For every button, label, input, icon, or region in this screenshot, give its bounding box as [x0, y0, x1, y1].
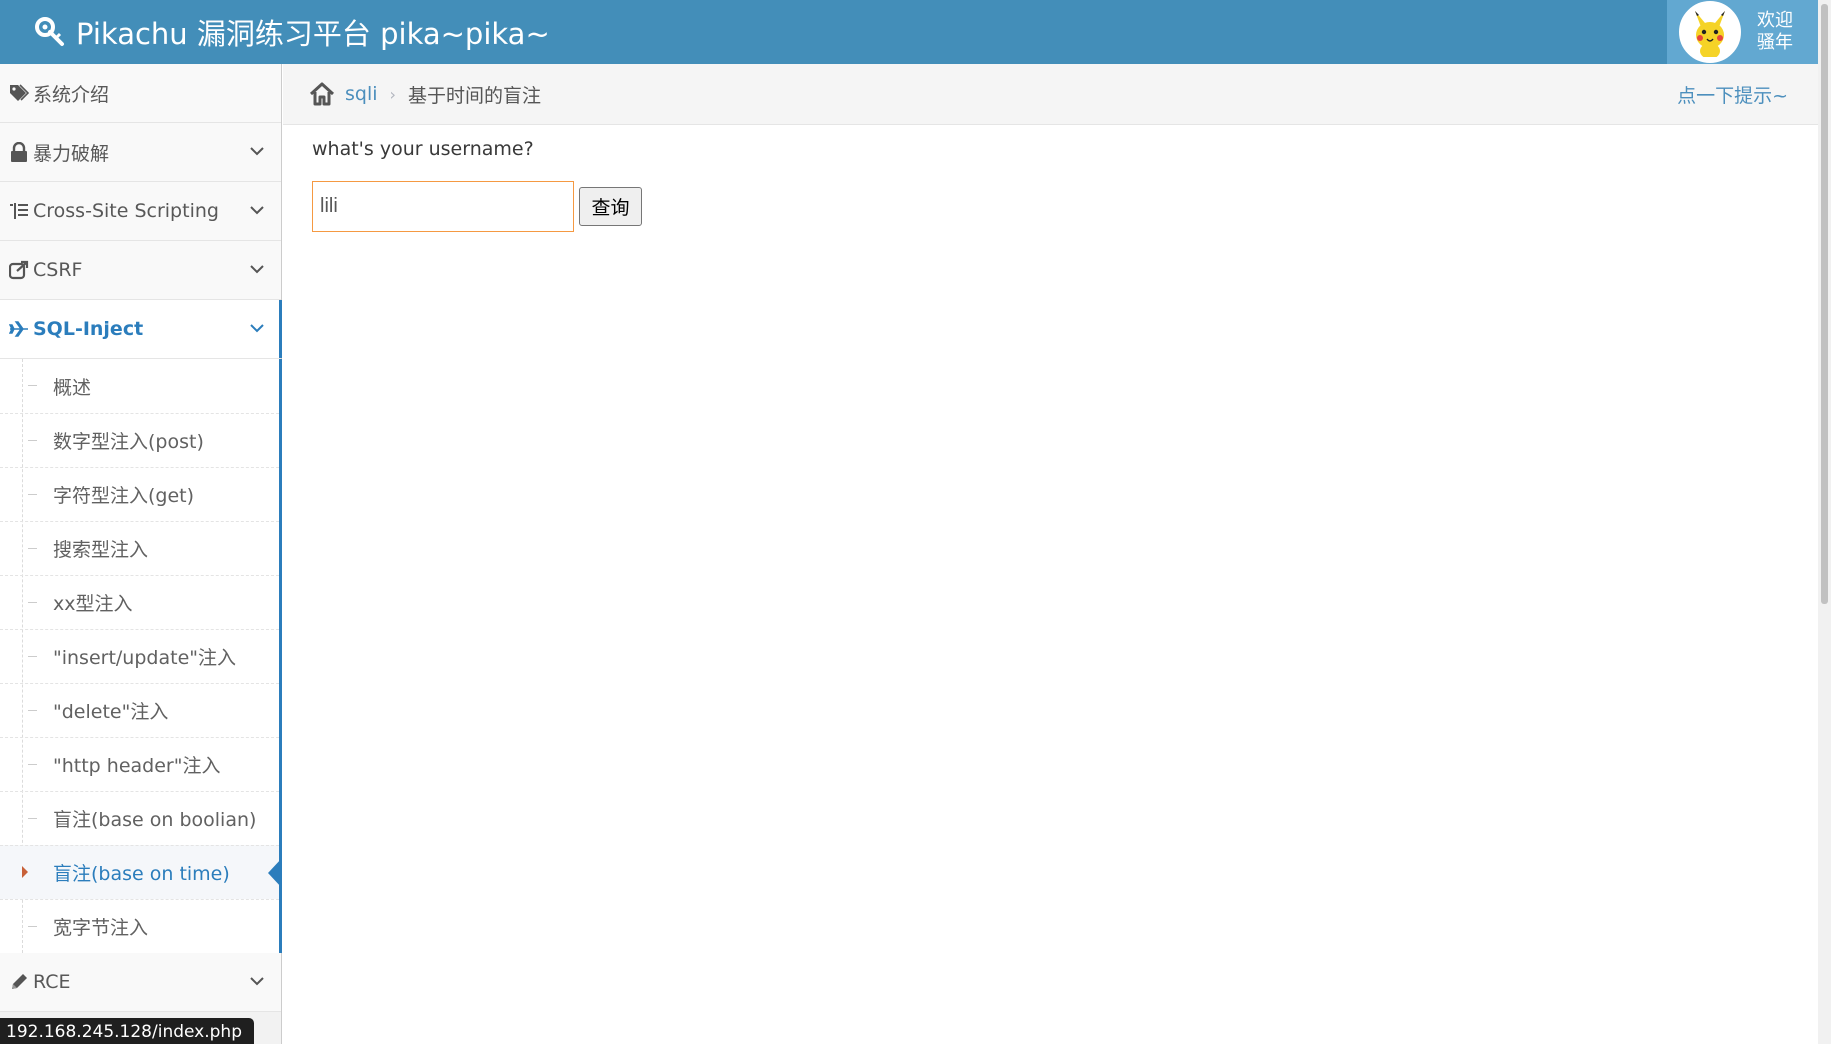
submenu-item-label: 盲注(base on boolian) — [53, 809, 257, 831]
submenu-item-http-header[interactable]: "http header"注入 — [0, 737, 279, 791]
brand[interactable]: Pikachu 漏洞练习平台 pika~pika~ — [34, 0, 550, 64]
user-menu[interactable]: 欢迎 骚年 — [1667, 0, 1818, 64]
username-input[interactable] — [312, 181, 574, 232]
sidebar-item-label: 系统介绍 — [33, 83, 110, 106]
top-navbar: Pikachu 漏洞练习平台 pika~pika~ 欢迎 骚年 — [0, 0, 1831, 64]
home-icon[interactable] — [309, 81, 335, 107]
status-bar-url: 192.168.245.128/index.php — [0, 1018, 254, 1044]
brand-title: Pikachu 漏洞练习平台 pika~pika~ — [76, 17, 550, 51]
submenu-item-string-get[interactable]: 字符型注入(get) — [0, 467, 279, 521]
breadcrumb-link-sqli[interactable]: sqli — [345, 83, 378, 105]
submenu-item-delete[interactable]: "delete"注入 — [0, 683, 279, 737]
sidebar-item-label: Cross-Site Scripting — [33, 200, 219, 222]
username-prompt: what's your username? — [312, 138, 534, 160]
chevron-down-icon — [250, 977, 264, 986]
tags-icon — [8, 82, 30, 104]
greeting-line-1: 欢迎 — [1757, 10, 1793, 31]
list-icon — [8, 200, 30, 222]
query-button[interactable]: 查询 — [579, 187, 642, 226]
tree-dash — [28, 494, 37, 495]
tree-dash — [28, 926, 37, 927]
tree-dash — [28, 385, 37, 386]
sql-inject-submenu: 概述 数字型注入(post) 字符型注入(get) 搜索型注入 xx型注入 "i… — [0, 359, 282, 953]
sidebar-item-csrf[interactable]: CSRF — [0, 241, 281, 300]
hint-link[interactable]: 点一下提示~ — [1677, 81, 1788, 108]
submenu-item-label: 概述 — [53, 376, 92, 399]
user-greeting: 欢迎 骚年 — [1757, 10, 1793, 54]
submenu-item-label: "http header"注入 — [53, 755, 221, 777]
sidebar-item-sql-inject[interactable]: SQL-Inject — [0, 300, 282, 359]
submenu-item-label: 搜索型注入 — [53, 539, 149, 561]
submenu-item-label: "insert/update"注入 — [53, 647, 236, 669]
submenu-item-search[interactable]: 搜索型注入 — [0, 521, 279, 575]
avatar — [1679, 1, 1741, 63]
tree-dash — [28, 710, 37, 711]
pencil-icon — [8, 971, 30, 993]
sidebar: 系统介绍 暴力破解 Cross-Site Scripting CSRF SQL-… — [0, 64, 282, 1044]
submenu-item-blind-time[interactable]: 盲注(base on time) — [0, 845, 282, 899]
sidebar-item-label: SQL-Inject — [33, 318, 144, 340]
chevron-down-icon — [250, 265, 264, 274]
sidebar-item-xss[interactable]: Cross-Site Scripting — [0, 182, 281, 241]
sidebar-item-label: RCE — [33, 971, 71, 993]
breadcrumb-current: 基于时间的盲注 — [407, 84, 541, 107]
submenu-item-label: 盲注(base on time) — [53, 863, 230, 885]
submenu-item-label: xx型注入 — [53, 593, 133, 615]
tree-dash — [28, 602, 37, 603]
chevron-down-icon — [250, 206, 264, 215]
pikachu-avatar-icon — [1695, 11, 1725, 57]
sidebar-item-label: 暴力破解 — [33, 142, 110, 165]
caret-right-icon — [22, 866, 28, 878]
submenu-item-label: 宽字节注入 — [53, 917, 149, 939]
submenu-item-label: 字符型注入(get) — [53, 485, 195, 507]
chevron-down-icon — [250, 147, 264, 156]
tree-dash — [28, 656, 37, 657]
key-icon — [34, 16, 66, 48]
submenu-item-overview[interactable]: 概述 — [0, 359, 279, 413]
active-pointer — [268, 858, 282, 888]
submenu-item-blind-boolean[interactable]: 盲注(base on boolian) — [0, 791, 279, 845]
chevron-right-icon: › — [389, 84, 396, 104]
submenu-item-xx[interactable]: xx型注入 — [0, 575, 279, 629]
tree-dash — [28, 548, 37, 549]
sidebar-item-label: CSRF — [33, 259, 83, 281]
chevron-down-icon — [250, 324, 264, 333]
submenu-item-label: "delete"注入 — [53, 701, 169, 723]
sidebar-item-rce[interactable]: RCE — [0, 953, 281, 1012]
sidebar-item-brute-force[interactable]: 暴力破解 — [0, 123, 281, 182]
tree-dash — [28, 818, 37, 819]
greeting-line-2: 骚年 — [1757, 32, 1793, 53]
sidebar-item-system-intro[interactable]: 系统介绍 — [0, 64, 281, 123]
tree-dash — [28, 764, 37, 765]
submenu-item-wide-byte[interactable]: 宽字节注入 — [0, 899, 279, 953]
tree-dash — [28, 440, 37, 441]
page-scrollbar[interactable] — [1818, 0, 1831, 1044]
breadcrumb: sqli › 基于时间的盲注 点一下提示~ — [283, 64, 1818, 125]
plane-icon — [8, 318, 30, 340]
scrollbar-thumb[interactable] — [1821, 4, 1828, 604]
share-icon — [8, 259, 30, 281]
submenu-item-label: 数字型注入(post) — [53, 431, 204, 453]
submenu-item-numeric-post[interactable]: 数字型注入(post) — [0, 413, 279, 467]
lock-icon — [8, 141, 30, 163]
submenu-item-insert-update[interactable]: "insert/update"注入 — [0, 629, 279, 683]
